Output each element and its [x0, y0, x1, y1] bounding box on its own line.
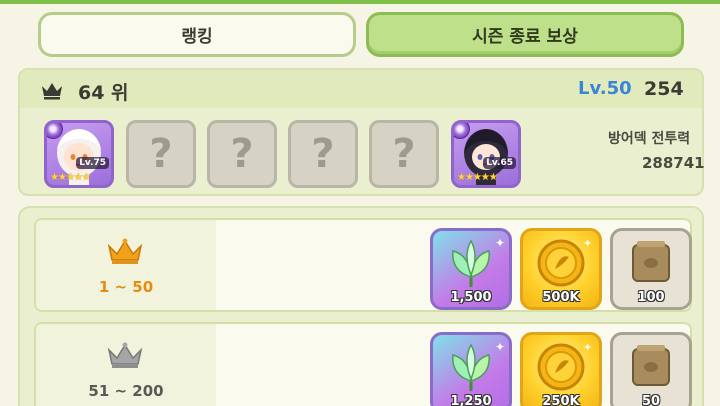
item-quantity: 100 — [637, 290, 665, 305]
tab-ranking[interactable]: 랭킹 — [38, 12, 356, 57]
crystal-leaf-icon: ✦ — [452, 340, 505, 391]
top-strip — [0, 0, 720, 4]
my-rank-panel: 64 위 Lv.50 254 Lv.75 ★★★★★ ? ? ? ? Lv.65… — [18, 68, 705, 196]
svg-text:✦: ✦ — [495, 340, 505, 354]
defense-deck-slot-character[interactable]: Lv.65 ★★★★★ — [451, 120, 521, 188]
reward-row: 51 ~ 200 ✦ 1,250 ✦ 250K 50 — [34, 322, 692, 406]
tab-season-rewards[interactable]: 시즌 종료 보상 — [366, 12, 684, 57]
defense-deck-slot-empty[interactable]: ? — [288, 120, 358, 188]
defense-deck-slot-empty[interactable]: ? — [126, 120, 196, 188]
player-level: Lv.50 — [578, 78, 632, 99]
defense-deck-slot-empty[interactable]: ? — [207, 120, 277, 188]
item-quantity: 50 — [641, 394, 661, 406]
defense-power-label: 방어덱 전투력 — [608, 131, 691, 147]
tier-range-label: 51 ~ 200 — [88, 382, 164, 400]
character-level: Lv.75 — [76, 157, 109, 169]
svg-text:✦: ✦ — [583, 341, 592, 354]
player-score: 254 — [644, 78, 684, 100]
defense-deck-slot-character[interactable]: Lv.75 ★★★★★ — [44, 120, 114, 188]
gold-coin-icon: ✦ — [537, 237, 592, 287]
item-quantity: 1,250 — [450, 394, 492, 406]
crown-icon — [42, 83, 62, 100]
svg-text:✦: ✦ — [583, 237, 592, 250]
reward-item-stone-chest[interactable]: 50 — [610, 332, 692, 406]
reward-item-crystal-leaf[interactable]: ✦ 1,250 — [430, 332, 512, 406]
defense-deck-slot-empty[interactable]: ? — [369, 120, 439, 188]
item-quantity: 250K — [542, 394, 580, 406]
character-stars: ★★★★★ — [50, 172, 91, 183]
silver-crown-icon — [107, 342, 143, 368]
rank-header: 64 위 Lv.50 254 — [20, 70, 702, 108]
reward-item-gold-coin[interactable]: ✦ 250K — [520, 332, 602, 406]
character-level: Lv.65 — [483, 157, 516, 169]
stone-chest-icon — [632, 241, 670, 282]
rank-position: 64 위 — [78, 82, 129, 104]
defense-power-value: 288741 — [642, 154, 705, 172]
season-reward-list: 1 ~ 50 ✦ 1,500 ✦ 500K 100 51 ~ 200 ✦ 1,2… — [18, 206, 704, 406]
item-quantity: 500K — [542, 290, 580, 305]
reward-tier: 1 ~ 50 — [36, 220, 216, 310]
tier-range-label: 1 ~ 50 — [98, 278, 154, 296]
reward-item-stone-chest[interactable]: 100 — [610, 228, 692, 310]
character-stars: ★★★★★ — [457, 172, 498, 183]
reward-row: 1 ~ 50 ✦ 1,500 ✦ 500K 100 — [34, 218, 692, 312]
reward-item-crystal-leaf[interactable]: ✦ 1,500 — [430, 228, 512, 310]
reward-tier: 51 ~ 200 — [36, 324, 216, 406]
stone-chest-icon — [632, 345, 670, 386]
crystal-leaf-icon: ✦ — [452, 236, 505, 287]
svg-text:✦: ✦ — [495, 236, 505, 250]
gold-coin-icon: ✦ — [537, 341, 592, 391]
gold-crown-icon — [107, 238, 143, 264]
reward-item-gold-coin[interactable]: ✦ 500K — [520, 228, 602, 310]
item-quantity: 1,500 — [450, 290, 492, 305]
